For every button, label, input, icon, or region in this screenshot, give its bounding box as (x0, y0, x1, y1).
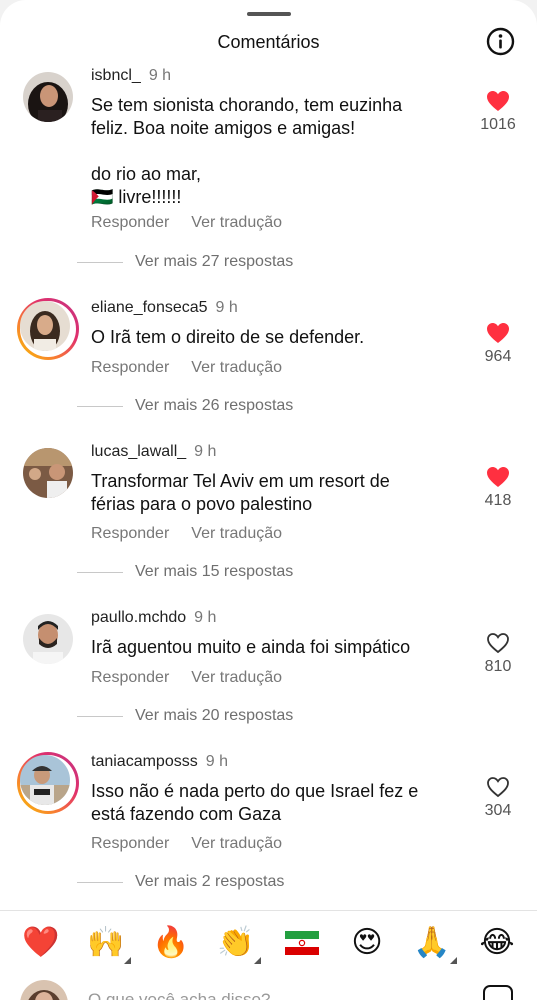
like-count: 418 (484, 492, 512, 509)
emoji-clap-button[interactable]: 👏 (213, 920, 261, 966)
view-replies-label: Ver mais 26 respostas (135, 397, 294, 414)
comment-username[interactable]: lucas_lawall_ 9 h (91, 443, 216, 461)
replies-divider (77, 715, 123, 717)
comment-username[interactable]: eliane_fonseca5 9 h (91, 299, 238, 317)
reply-button[interactable]: Responder (91, 669, 169, 686)
comment-actions: Responder Ver tradução (91, 835, 282, 853)
heart-outline-icon (487, 633, 509, 654)
comment-time: 9 h (205, 753, 228, 770)
view-replies-button[interactable]: Ver mais 26 respostas (77, 397, 293, 415)
emoji-fire-button[interactable]: 🔥 (148, 920, 194, 966)
translate-button[interactable]: Ver tradução (191, 669, 282, 686)
avatar[interactable] (17, 752, 79, 814)
comment-item: paullo.mchdo 9 h Irã aguentou muito e ain… (0, 609, 537, 758)
replies-divider (77, 571, 123, 573)
comment-text: Transformar Tel Aviv em um resort de fér… (91, 471, 390, 514)
view-replies-button[interactable]: Ver mais 20 respostas (77, 707, 293, 725)
drag-handle[interactable] (247, 12, 291, 16)
comment-actions: Responder Ver tradução (91, 359, 282, 377)
like-button[interactable]: 810 (470, 632, 526, 676)
comment-text: Se tem sionista chorando, tem euzinha fe… (91, 95, 403, 207)
replies-divider (77, 261, 123, 263)
emoji-bar-divider (0, 910, 537, 911)
composer-avatar (20, 980, 68, 1000)
reply-button[interactable]: Responder (91, 835, 169, 852)
comment-item: eliane_fonseca5 9 h O Irã tem o direito d… (0, 298, 537, 448)
comment-username[interactable]: paullo.mchdo 9 h (91, 609, 216, 627)
view-replies-button[interactable]: Ver mais 2 respostas (77, 873, 284, 891)
view-replies-button[interactable]: Ver mais 15 respostas (77, 563, 293, 581)
view-replies-label: Ver mais 20 respostas (135, 707, 294, 724)
comment-text: Irã aguentou muito e ainda foi simpático (91, 637, 411, 657)
comment-time: 9 h (215, 299, 238, 316)
comment-time: 9 h (148, 67, 172, 84)
comment-actions: Responder Ver tradução (91, 214, 282, 232)
emoji-iran-flag-button[interactable] (279, 920, 325, 966)
emoji-raised-hands-button[interactable]: 🙌 (83, 920, 131, 966)
like-button[interactable]: 1016 (470, 90, 526, 134)
like-button[interactable]: 418 (470, 466, 526, 510)
emoji-pray-button[interactable]: 🙏 (409, 920, 457, 966)
translate-button[interactable]: Ver tradução (191, 525, 282, 542)
info-icon[interactable] (486, 27, 515, 56)
comment-time: 9 h (194, 609, 217, 626)
view-replies-label: Ver mais 15 respostas (135, 563, 294, 580)
view-replies-label: Ver mais 27 respostas (135, 253, 294, 270)
like-button[interactable]: 964 (470, 322, 526, 366)
comments-sheet: Comentários isbncl_ 9 h Se tem sionista c… (0, 0, 537, 1000)
comment-text: O Irã tem o direito de se defender. (91, 327, 365, 347)
avatar[interactable] (23, 614, 73, 664)
view-replies-label: Ver mais 2 respostas (135, 873, 285, 890)
emoji-joy-button[interactable]: 😂 (474, 920, 520, 966)
like-count: 810 (484, 658, 512, 675)
comment-actions: Responder Ver tradução (91, 525, 282, 543)
reply-button[interactable]: Responder (91, 359, 169, 376)
translate-button[interactable]: Ver tradução (191, 214, 282, 231)
comment-input[interactable]: O que você acha disso? (88, 990, 270, 1000)
comment-text: Isso não é nada perto do que Israel fez … (91, 781, 419, 824)
comment-item: taniacamposss 9 h Isso não é nada perto d… (0, 752, 537, 902)
heart-filled-icon (487, 91, 509, 111)
like-button[interactable]: 304 (470, 776, 526, 820)
comment-username[interactable]: taniacamposss 9 h (91, 753, 228, 771)
translate-button[interactable]: Ver tradução (191, 835, 282, 852)
replies-divider (77, 881, 123, 883)
emoji-heart-button[interactable]: ❤️ (18, 920, 64, 966)
heart-filled-icon (487, 467, 509, 487)
like-count: 964 (484, 348, 512, 365)
reply-button[interactable]: Responder (91, 214, 169, 231)
heart-filled-icon (487, 323, 509, 343)
comment-item: isbncl_ 9 h Se tem sionista chorando, tem… (0, 67, 537, 270)
heart-outline-icon (487, 777, 509, 798)
like-count: 304 (484, 802, 512, 819)
comment-time: 9 h (194, 443, 217, 460)
like-count: 1016 (480, 116, 516, 133)
reply-button[interactable]: Responder (91, 525, 169, 542)
sticker-icon[interactable] (483, 985, 513, 1000)
emoji-reaction-bar: ❤️ 🙌 🔥 👏 😍 🙏 😂 (0, 920, 537, 972)
translate-button[interactable]: Ver tradução (191, 359, 282, 376)
comment-actions: Responder Ver tradução (91, 669, 282, 687)
avatar[interactable] (17, 298, 79, 360)
view-replies-button[interactable]: Ver mais 27 respostas (77, 253, 293, 271)
avatar[interactable] (23, 448, 73, 498)
comment-item: lucas_lawall_ 9 h Transformar Tel Aviv em… (0, 443, 537, 592)
emoji-heart-eyes-button[interactable]: 😍 (344, 920, 390, 966)
iran-flag-icon (285, 931, 319, 955)
avatar[interactable] (23, 72, 73, 122)
comment-username[interactable]: isbncl_ 9 h (91, 67, 171, 85)
replies-divider (77, 405, 123, 407)
page-title: Comentários (217, 32, 320, 52)
